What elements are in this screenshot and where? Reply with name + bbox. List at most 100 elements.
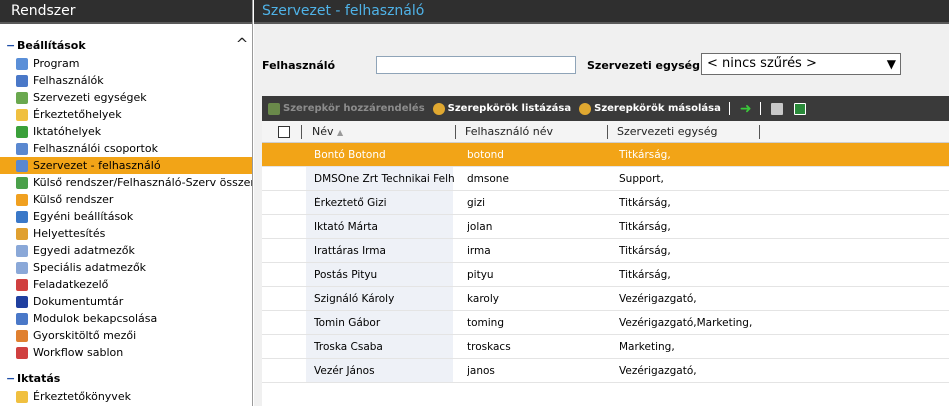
tree-item-label: Dokumentumtár [33,295,124,308]
tree-item[interactable]: Érkeztetőkönyvek [0,388,252,405]
tree-section[interactable]: − Beállítások [0,37,252,54]
table-row[interactable]: Postás Pityu pityu Titkárság, [262,263,949,287]
modules-icon [16,312,28,325]
tree-item[interactable]: Külső rendszer [0,191,252,208]
column-header-username[interactable]: Felhasználó név [465,125,553,138]
tree-item[interactable]: Szervezet - felhasználó [0,157,252,174]
table-row[interactable]: Szignáló Károly karoly Vezérigazgató, [262,287,949,311]
tree-item-label: Egyedi adatmezők [33,244,135,257]
sort-ascending-icon: ▲ [337,128,344,137]
cell-username: toming [467,317,505,329]
gears-icon [16,57,28,70]
cell-username: karoly [467,293,499,305]
scrollbar[interactable]: ^ [233,30,251,406]
tree-item[interactable]: Felhasználók [0,72,252,89]
grid-icon [16,261,28,274]
tree-item[interactable]: Egyedi adatmezők [0,242,252,259]
tree-item[interactable]: Szervezeti egységek [0,89,252,106]
table-row[interactable]: Irattáras Irma irma Titkárság, [262,239,949,263]
tree-item[interactable]: Gyorskitöltő mezői [0,327,252,344]
tree-item[interactable]: Iktatóhelyek [0,123,252,140]
excel-export-button[interactable] [793,102,809,115]
table-row[interactable]: Iktató Márta jolan Titkárság, [262,215,949,239]
tree-item-label: Felhasználók [33,74,104,87]
column-header-org[interactable]: Szervezeti egység [617,125,717,138]
table-row[interactable]: Vezér János janos Vezérigazgató, [262,359,949,383]
print-button[interactable] [770,102,786,115]
tree-item[interactable]: Külső rendszer/Felhasználó-Szerv összere [0,174,252,191]
cell-name: Postás Pityu [314,269,378,281]
navigation-tree: − Beállítások Program Felhasználók Szervezet… [0,24,252,406]
go-button[interactable]: ➜ [740,102,752,116]
scroll-up-arrow-icon[interactable]: ^ [235,37,249,52]
column-header-name[interactable]: Név ▲ [312,125,343,138]
settings-icon [16,210,28,223]
org-units-icon [16,91,28,104]
list-roles-icon [432,102,445,115]
tree-item[interactable]: Felhasználói csoportok [0,140,252,157]
assign-role-icon [268,102,280,115]
user-filter-input[interactable] [376,56,576,74]
tree-item-label: Szervezeti egységek [33,91,147,104]
tree-item-label: Workflow sablon [33,346,124,359]
tree-item-label: Iktatóhelyek [33,125,102,138]
list-roles-label: Szerepkörök listázása [447,103,572,114]
assign-role-button[interactable]: Szerepkör hozzárendelés [268,102,425,115]
table-row[interactable]: Troska Csaba troskacs Marketing, [262,335,949,359]
cell-username: pityu [467,269,494,281]
cell-org: Vezérigazgató, [619,293,697,305]
cell-username: dmsone [467,173,509,185]
cell-username: irma [467,245,491,257]
tree-item[interactable]: Helyettesítés [0,225,252,242]
substitute-icon [16,227,28,240]
table-row[interactable]: Tomin Gábor toming Vezérigazgató,Marketing… [262,311,949,335]
filter-bar: Felhasználó Szervezeti egység < nincs sz… [254,24,949,93]
table-row[interactable]: DMSOne Zrt Technikai Felh... dmsone Suppor… [262,167,949,191]
grid-body: Bontó Botond botond Titkárság, DMSOne Zrt T… [262,143,949,383]
cell-name: Tomin Gábor [314,317,381,329]
cell-username: janos [467,365,495,377]
tree-item-label: Külső rendszer [33,193,114,206]
tree-item-label: Feladatkezelő [33,278,109,291]
assign-role-label: Szerepkör hozzárendelés [283,103,425,114]
tree-item[interactable]: Modulok bekapcsolása [0,310,252,327]
user-group-icon [16,142,28,155]
cell-org: Vezérigazgató,Marketing, [619,317,753,329]
toolbar-separator [759,102,761,115]
grid-icon [16,244,28,257]
user-icon [16,74,28,87]
copy-roles-button[interactable]: Szerepkörök másolása [579,102,721,115]
cell-org: Support, [619,173,664,185]
inbox-icon [16,390,28,403]
cell-username: troskacs [467,341,511,353]
table-row[interactable]: Érkeztető Gizi gizi Titkárság, [262,191,949,215]
table-row[interactable]: Bontó Botond botond Titkárság, [262,143,949,167]
page-title: Szervezet - felhasználó [254,0,949,24]
navigation-panel: Rendszer − Beállítások Program Felhasználók… [0,0,253,406]
cell-name: Iktató Márta [314,221,378,233]
column-divider [455,125,456,139]
list-roles-button[interactable]: Szerepkörök listázása [432,102,572,115]
collapse-icon[interactable]: − [6,39,17,52]
tree-item[interactable]: Feladatkezelő [0,276,252,293]
chevron-down-icon: ▼ [886,57,896,71]
grid-toolbar: Szerepkör hozzárendelés Szerepkörök list… [262,96,949,121]
collapse-icon[interactable]: − [6,372,17,385]
tree-item-label: Modulok bekapcsolása [33,312,158,325]
workflow-icon [16,346,28,359]
cell-name: Troska Csaba [314,341,383,353]
tree-item[interactable]: Egyéni beállítások [0,208,252,225]
tree-item[interactable]: Speciális adatmezők [0,259,252,276]
tree-item[interactable]: Program [0,55,252,72]
tree-item[interactable]: Dokumentumtár [0,293,252,310]
tree-item[interactable]: Workflow sablon [0,344,252,361]
org-filter-select[interactable]: < nincs szűrés > ▼ [701,53,901,75]
tree-item[interactable]: Érkeztetőhelyek [0,106,252,123]
user-org-grid: Név ▲ Felhasználó név Szervezeti egység … [262,121,949,406]
tree-section[interactable]: − Iktatás [0,370,252,387]
column-name-label: Név [312,125,334,138]
tree-section-label: Iktatás [17,372,61,385]
tree-item-label: Külső rendszer/Felhasználó-Szerv összere [33,176,252,189]
org-user-icon [16,159,28,172]
select-all-checkbox[interactable] [278,126,290,138]
